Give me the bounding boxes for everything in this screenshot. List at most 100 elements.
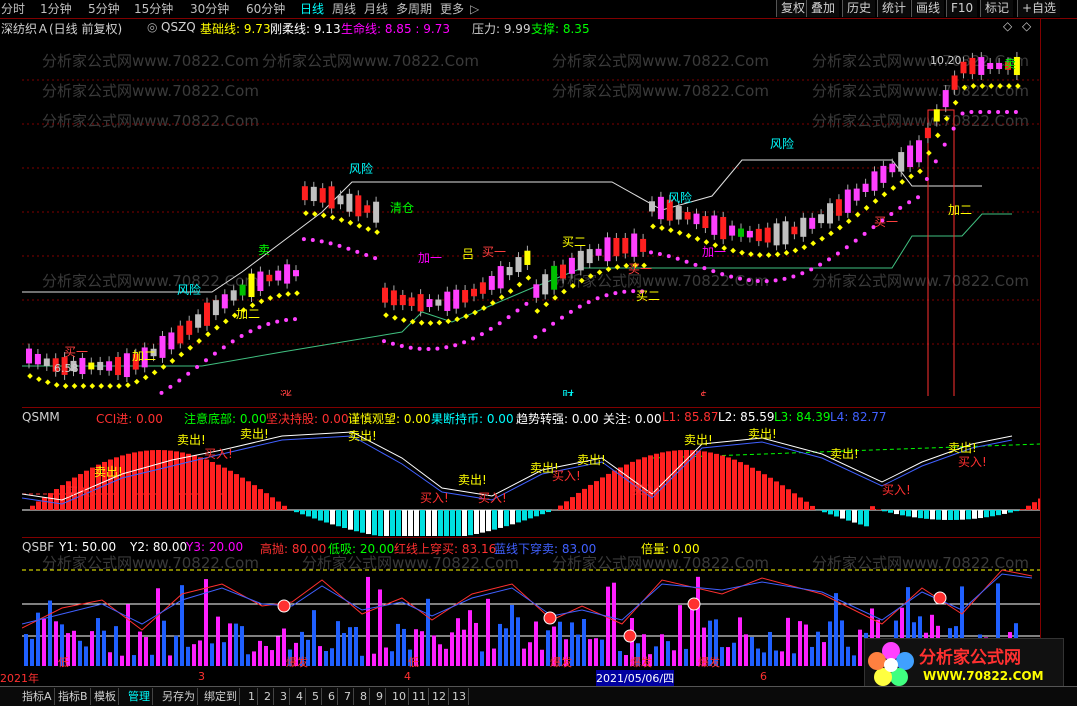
- collapse-diamond-icon[interactable]: ◇: [1003, 19, 1012, 33]
- period-1min[interactable]: 1分钟: [40, 1, 72, 17]
- event-marker-zhang: 涨: [280, 388, 292, 396]
- period-daily[interactable]: 日线: [300, 1, 324, 17]
- indicator-settings-icon[interactable]: ◎: [147, 20, 157, 34]
- period-60min[interactable]: 60分钟: [246, 1, 285, 17]
- tab-num[interactable]: 13: [450, 688, 469, 705]
- qsmm-bar-down: [498, 510, 503, 528]
- qsmm-bar-down: [822, 510, 827, 512]
- tab-num[interactable]: 2: [262, 688, 274, 705]
- qsbf-bar: [678, 605, 682, 666]
- qsbf-bar: [198, 640, 202, 666]
- buy-label: 买入!: [66, 485, 95, 499]
- tab-num[interactable]: 1: [246, 688, 258, 705]
- period-30min[interactable]: 30分钟: [190, 1, 229, 17]
- period-fenshi[interactable]: 分时: [1, 1, 25, 17]
- period-multi[interactable]: 多周期: [396, 1, 432, 17]
- qsbf-bar: [240, 626, 244, 666]
- ma-dot-magenta: [569, 310, 573, 314]
- period-5min[interactable]: 5分钟: [88, 1, 120, 17]
- qsmm-bar-up: [576, 493, 581, 510]
- candle-body: [160, 336, 166, 358]
- period-monthly[interactable]: 月线: [364, 1, 388, 17]
- qsbf-bar: [822, 642, 826, 666]
- qsmm-bar-up: [282, 506, 287, 510]
- tab-num[interactable]: 5: [310, 688, 322, 705]
- qsmm-bar-up: [210, 462, 215, 510]
- tab-num[interactable]: 6: [326, 688, 338, 705]
- ma-dot-yellow: [810, 241, 816, 247]
- more-arrow-icon[interactable]: ▷: [470, 1, 479, 17]
- ma-dot-yellow: [81, 383, 87, 389]
- tab-num[interactable]: 3: [278, 688, 290, 705]
- tab-num[interactable]: 12: [430, 688, 449, 705]
- tab-template[interactable]: 模板: [92, 688, 119, 705]
- tab-save-as[interactable]: 另存为: [160, 688, 198, 705]
- ma-dot-yellow: [392, 315, 398, 321]
- candle-body: [186, 321, 192, 335]
- qsmm-bar-up: [714, 454, 719, 510]
- period-15min[interactable]: 15分钟: [134, 1, 173, 17]
- indicator-name[interactable]: QSZQ: [161, 20, 196, 34]
- ma-dot-yellow: [481, 305, 487, 311]
- ma-dot-magenta: [952, 127, 956, 131]
- ma-dot-yellow: [953, 100, 959, 106]
- mark-button[interactable]: 标记: [980, 0, 1013, 17]
- ma-dot-magenta: [596, 296, 600, 300]
- qsbf-bar: [72, 631, 76, 666]
- candles: [26, 52, 1020, 382]
- period-weekly[interactable]: 周线: [332, 1, 356, 17]
- ma-dot-magenta: [613, 291, 617, 295]
- history-button[interactable]: 历史: [842, 0, 875, 17]
- tab-num[interactable]: 4: [294, 688, 306, 705]
- qsmm-bar-down: [408, 510, 413, 536]
- qsmm-name[interactable]: QSMM: [22, 410, 60, 424]
- tab-num[interactable]: 7: [342, 688, 354, 705]
- qsmm-bar-up: [696, 451, 701, 510]
- close-icon[interactable]: ◇: [1022, 19, 1031, 33]
- tab-num[interactable]: 9: [374, 688, 386, 705]
- ma-dot-magenta: [987, 110, 991, 114]
- fuquan-button[interactable]: 复权: [776, 0, 809, 17]
- period-more[interactable]: 更多: [440, 1, 464, 17]
- draw-button[interactable]: 画线: [911, 0, 944, 17]
- l4-value: L4: 82.77: [830, 410, 887, 424]
- qsmm-bar-up: [126, 454, 131, 510]
- l2-value: L2: 85.59: [718, 410, 775, 424]
- ma-dot-magenta: [578, 305, 582, 309]
- tab-manage[interactable]: 管理: [126, 688, 153, 705]
- candle-body: [257, 272, 263, 291]
- qsbf-bar: [618, 651, 622, 666]
- qsmm-bar-up: [150, 450, 155, 510]
- tab-num[interactable]: 8: [358, 688, 370, 705]
- candle-body: [382, 288, 388, 303]
- ma-dot-magenta: [373, 256, 377, 260]
- tab-num[interactable]: 10: [390, 688, 409, 705]
- ma-dot-magenta: [249, 329, 253, 333]
- logo-url: WWW.70822.COM: [923, 669, 1044, 683]
- stats-button[interactable]: 统计: [877, 0, 910, 17]
- qsbf-name[interactable]: QSBF: [22, 540, 54, 554]
- tab-indicator-a[interactable]: 指标A: [20, 688, 55, 705]
- candle-body: [729, 226, 735, 236]
- f10-button[interactable]: F10: [946, 0, 977, 17]
- candle-body: [845, 190, 851, 213]
- qsmm-bar-up: [132, 452, 137, 510]
- qsbf-bar: [384, 648, 388, 666]
- candle-body: [854, 189, 860, 201]
- qsmm-bar-down: [906, 510, 911, 516]
- tab-num[interactable]: 11: [410, 688, 429, 705]
- blue-line: [22, 574, 1032, 624]
- qsmm-bar-down: [342, 510, 347, 528]
- tab-bind-to[interactable]: 绑定到: [202, 688, 240, 705]
- tab-indicator-b[interactable]: 指标B: [56, 688, 91, 705]
- qsbf-bar: [612, 583, 616, 666]
- candle-body: [578, 251, 584, 271]
- qsbf-bar: [720, 647, 724, 666]
- ma-dot-yellow: [27, 373, 33, 379]
- add-watchlist-button[interactable]: +自选: [1017, 0, 1060, 17]
- qsmm-bar-down: [336, 510, 341, 526]
- overlay-button[interactable]: 叠加: [806, 0, 839, 17]
- buy-label: 买入!: [882, 483, 911, 497]
- qsmm-bar-up: [702, 451, 707, 510]
- ma-dot-yellow: [437, 320, 443, 326]
